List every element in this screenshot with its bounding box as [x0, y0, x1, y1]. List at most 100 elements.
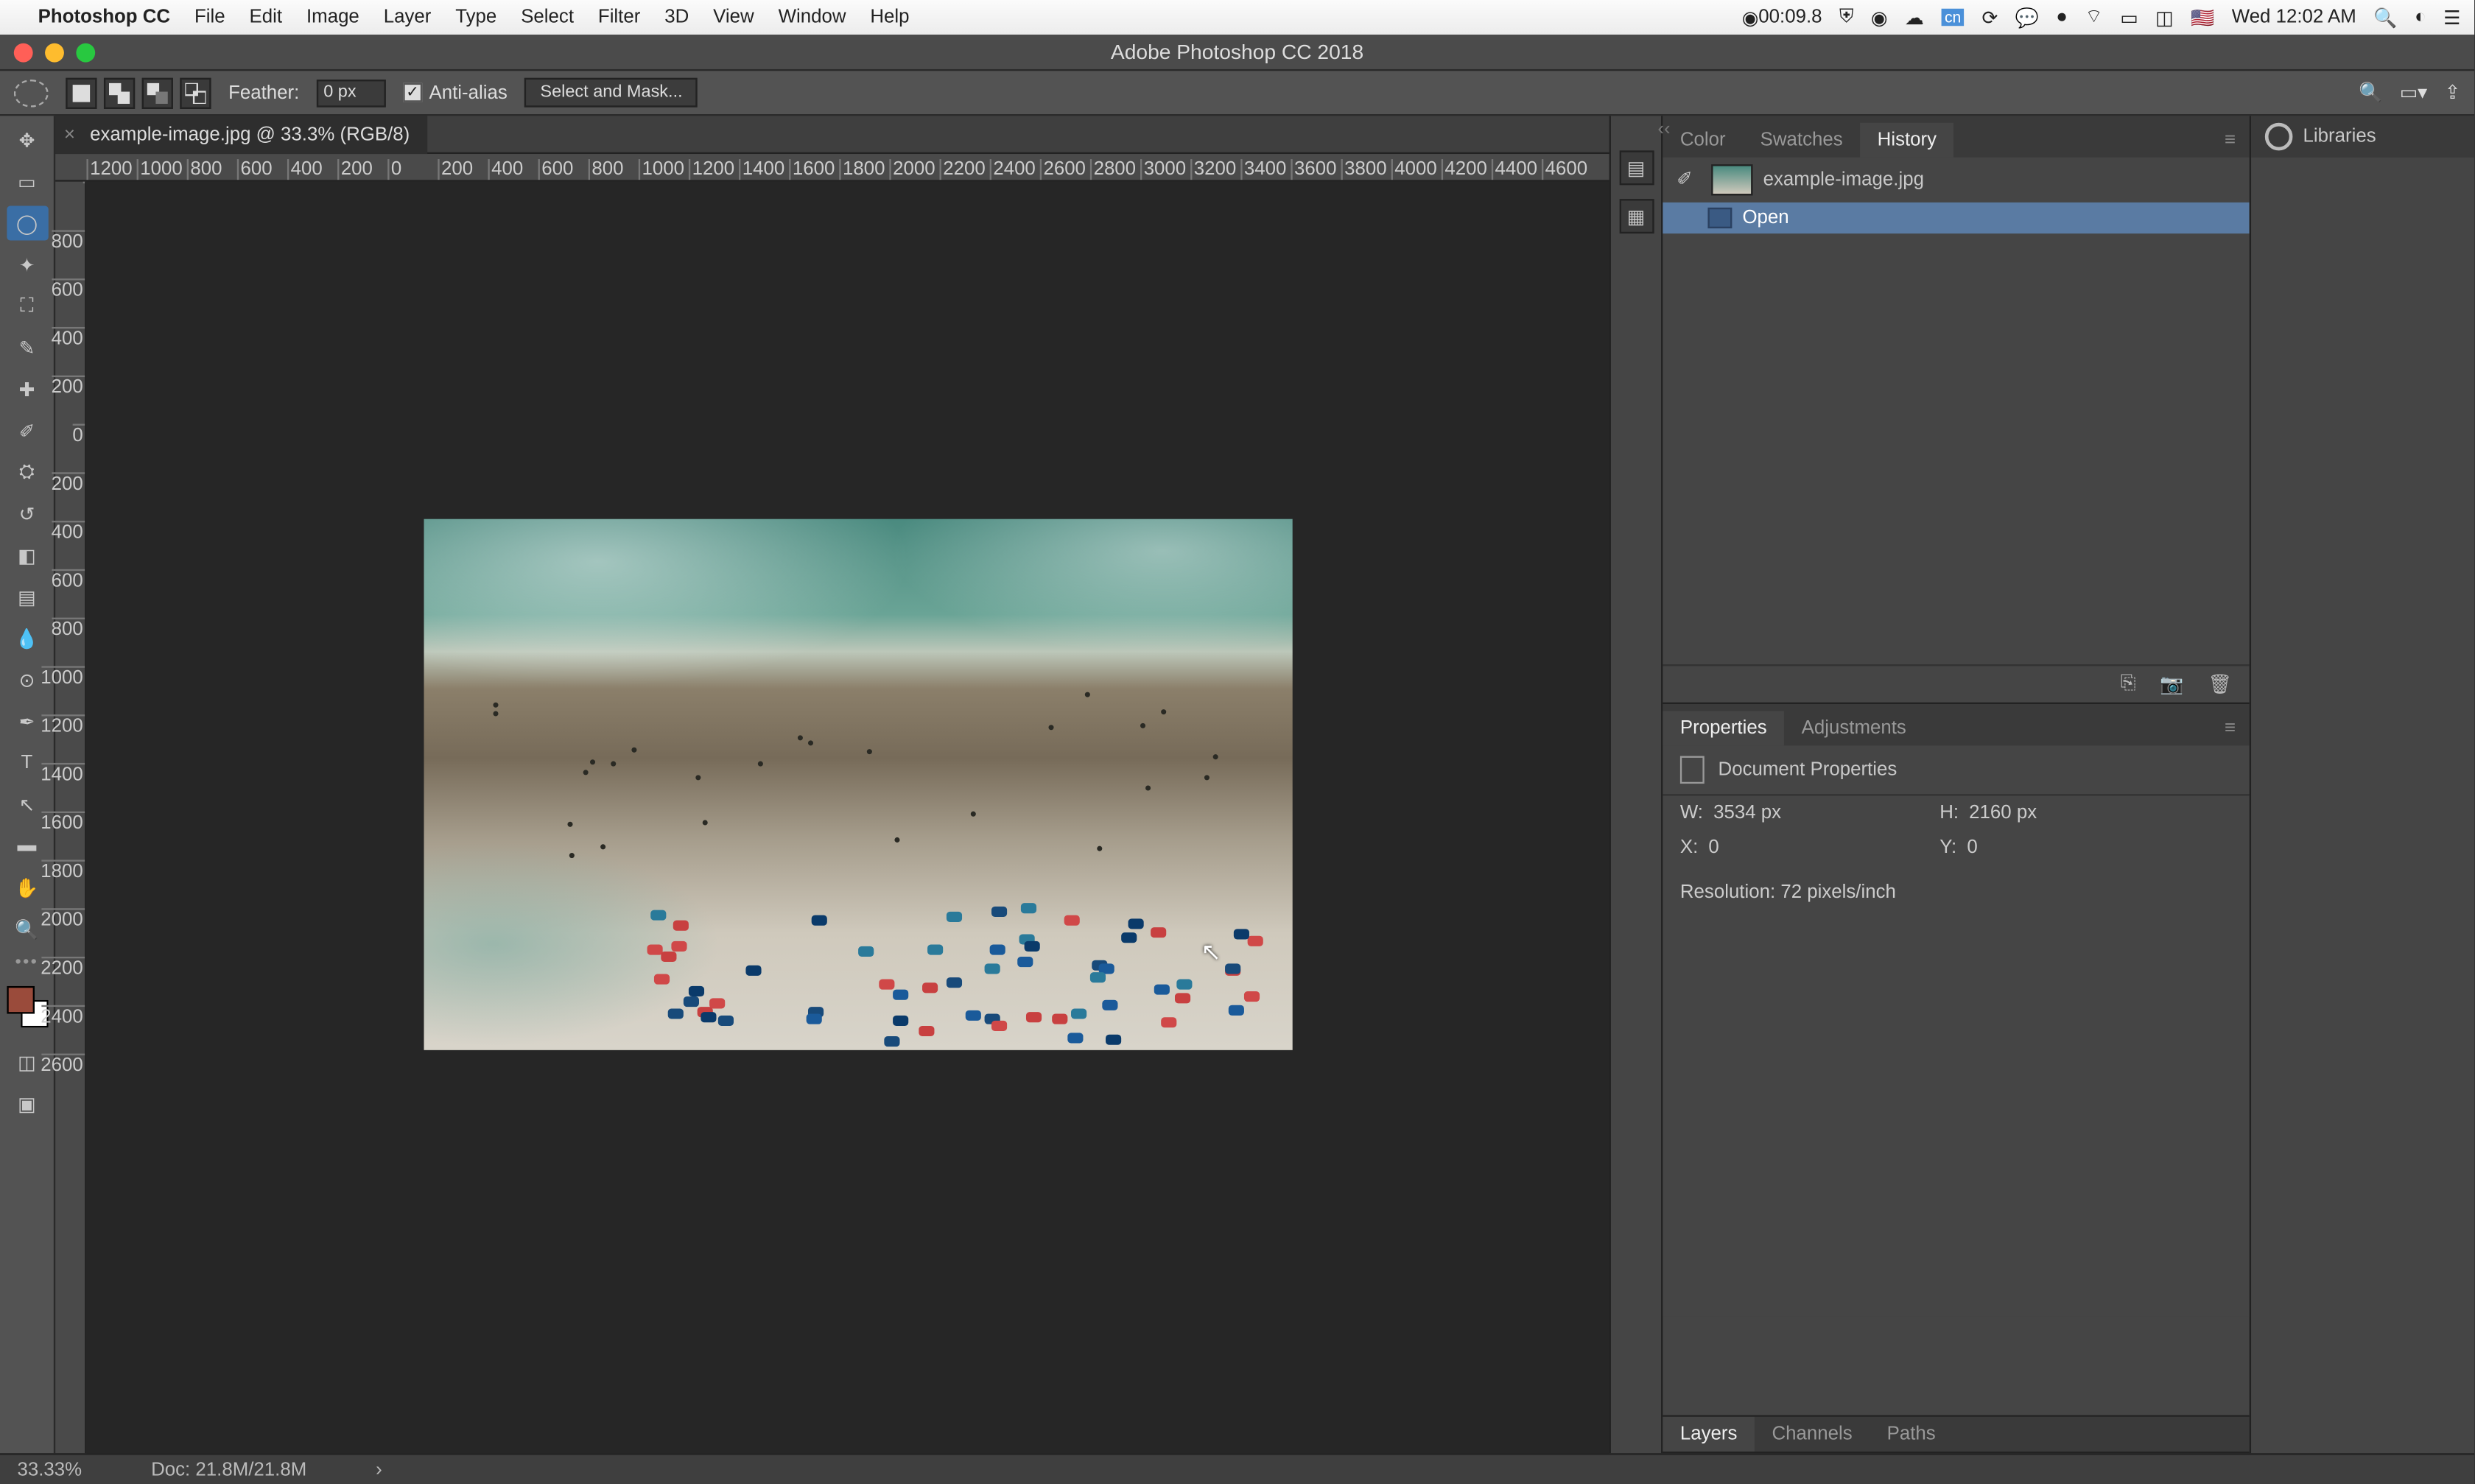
panel-menu-icon[interactable]: ≡	[2211, 711, 2250, 745]
menu-edit[interactable]: Edit	[250, 7, 283, 27]
vertical-ruler[interactable]: 8006004002000200400600800100012001400160…	[55, 182, 86, 1454]
eyedropper-tool-icon[interactable]: ✎	[6, 331, 47, 365]
menu-image[interactable]: Image	[306, 7, 359, 27]
tab-adjustments[interactable]: Adjustments	[1784, 711, 1923, 745]
move-tool-icon[interactable]: ✥	[6, 123, 47, 158]
sync-icon[interactable]: ⟳	[1981, 6, 1998, 29]
app-menu[interactable]: Photoshop CC	[38, 7, 170, 27]
selection-new-icon[interactable]	[66, 77, 96, 108]
battery-icon[interactable]: ◫	[2155, 6, 2173, 29]
collapse-left-icon[interactable]: ‹‹	[1657, 119, 1670, 140]
menu-filter[interactable]: Filter	[598, 7, 640, 27]
history-actions: ⎘ 📷 🗑	[1663, 664, 2249, 703]
siri-icon[interactable]: ◐	[2415, 7, 2426, 27]
chat-icon[interactable]: 💬	[2015, 6, 2039, 29]
current-tool-lasso-icon[interactable]	[14, 79, 49, 107]
selection-subtract-icon[interactable]	[142, 77, 173, 108]
resolution-value: Resolution: 72 pixels/inch	[1663, 865, 2249, 921]
doc-size[interactable]: Doc: 21.8M/21.8M	[151, 1459, 306, 1480]
width-value: 3534 px	[1713, 803, 1781, 823]
snapshot-icon[interactable]: 📷	[2160, 673, 2183, 696]
flag-icon[interactable]: 🇺🇸	[2191, 6, 2214, 29]
tab-properties[interactable]: Properties	[1663, 711, 1784, 745]
options-bar: Feather: ✓Anti-alias Select and Mask... …	[0, 69, 2474, 116]
collapsed-panel-dock: ▤ ▦	[1609, 116, 1661, 1453]
blur-tool-icon[interactable]: 💧	[6, 621, 47, 655]
libraries-label[interactable]: Libraries	[2303, 126, 2376, 147]
eraser-tool-icon[interactable]: ◧	[6, 538, 47, 573]
menu-help[interactable]: Help	[870, 7, 909, 27]
menu-view[interactable]: View	[713, 7, 754, 27]
tab-color[interactable]: Color	[1663, 123, 1743, 158]
share-icon[interactable]: ⇪	[2445, 81, 2461, 104]
delete-state-icon[interactable]: 🗑	[2208, 673, 2232, 696]
spotlight-icon[interactable]: 🔍	[2373, 6, 2397, 29]
gradient-tool-icon[interactable]: ▤	[6, 580, 47, 614]
msg-icon[interactable]: ●	[2056, 7, 2068, 27]
menu-type[interactable]: Type	[455, 7, 496, 27]
history-state-open[interactable]: Open	[1663, 203, 2249, 233]
history-brush-icon[interactable]: ✐	[1677, 168, 1701, 192]
menu-window[interactable]: Window	[779, 7, 846, 27]
tab-layers[interactable]: Layers	[1663, 1417, 1755, 1452]
document-image[interactable]	[424, 519, 1293, 1050]
dock-icon-2[interactable]: ▦	[1618, 199, 1653, 233]
history-thumbnail[interactable]	[1711, 164, 1752, 195]
notification-icon[interactable]: ☰	[2443, 6, 2460, 29]
shield-icon[interactable]: ⛨	[1839, 6, 1853, 29]
tab-paths[interactable]: Paths	[1870, 1417, 1953, 1452]
select-and-mask-button[interactable]: Select and Mask...	[524, 78, 698, 108]
healing-tool-icon[interactable]: ✚	[6, 372, 47, 407]
cc-libraries-icon[interactable]	[2265, 123, 2293, 151]
anti-alias-checkbox[interactable]: ✓Anti-alias	[403, 82, 508, 103]
magic-wand-tool-icon[interactable]: ✦	[6, 247, 47, 282]
search-icon[interactable]: 🔍	[2359, 81, 2382, 104]
cloud-icon[interactable]: ☁	[1905, 6, 1924, 29]
status-arrow-icon[interactable]: ›	[376, 1459, 382, 1480]
document-area: × example-image.jpg @ 33.3% (RGB/8) 1200…	[55, 116, 1609, 1453]
timer-icon[interactable]: ◉ 00:09.8	[1742, 6, 1822, 29]
tab-channels[interactable]: Channels	[1755, 1417, 1870, 1452]
horizontal-ruler[interactable]: 1200100080060040020002004006008001000120…	[55, 154, 1609, 182]
dock-icon-1[interactable]: ▤	[1618, 150, 1653, 185]
zoom-level[interactable]: 33.33%	[17, 1459, 82, 1480]
height-label: H:	[1939, 803, 1959, 823]
close-tab-icon[interactable]: ×	[64, 124, 75, 144]
feather-input[interactable]	[317, 79, 386, 107]
crop-tool-icon[interactable]: ⛶	[6, 289, 47, 323]
menu-select[interactable]: Select	[521, 7, 574, 27]
selection-intersect-icon[interactable]	[180, 77, 211, 108]
marquee-tool-icon[interactable]: ▭	[6, 164, 47, 199]
history-doc-name: example-image.jpg	[1763, 169, 1924, 190]
stamp-tool-icon[interactable]: ⛭	[6, 455, 47, 490]
wifi-icon[interactable]: ⌔	[2085, 5, 2102, 29]
window-titlebar: Adobe Photoshop CC 2018	[0, 35, 2474, 69]
canvas[interactable]: ↖	[86, 182, 1609, 1454]
brush-tool-icon[interactable]: ✐	[6, 413, 47, 448]
foreground-color-swatch[interactable]	[6, 986, 34, 1014]
document-tabs: × example-image.jpg @ 33.3% (RGB/8)	[55, 116, 1609, 154]
panels-area: Color Swatches History ≡ ✐ example-image…	[1661, 116, 2250, 1453]
menu-3d[interactable]: 3D	[664, 7, 689, 27]
lasso-tool-icon[interactable]: ◯	[6, 206, 47, 241]
menu-file[interactable]: File	[194, 7, 225, 27]
menu-layer[interactable]: Layer	[384, 7, 432, 27]
selection-add-icon[interactable]	[104, 77, 135, 108]
record-icon[interactable]: ◉	[1871, 6, 1888, 29]
display-icon[interactable]: ▭	[2120, 6, 2138, 29]
document-tab[interactable]: × example-image.jpg @ 33.3% (RGB/8)	[55, 115, 427, 153]
properties-panel: Document Properties W:3534 px H:2160 px …	[1663, 745, 2249, 1316]
new-doc-from-state-icon[interactable]: ⎘	[2121, 673, 2136, 696]
clock[interactable]: Wed 12:02 AM	[2232, 7, 2356, 27]
layers-tabs: Layers Channels Paths	[1663, 1417, 2249, 1452]
workspace-switcher-icon[interactable]: ▭▾	[2400, 81, 2427, 104]
history-brush-tool-icon[interactable]: ↺	[6, 496, 47, 531]
libraries-dock: Libraries	[2250, 116, 2474, 1453]
panel-menu-icon[interactable]: ≡	[2211, 123, 2250, 158]
document-icon	[1680, 756, 1705, 784]
cn-icon[interactable]: cn	[1941, 9, 1965, 26]
edit-toolbar-icon[interactable]: •••	[15, 953, 39, 972]
tab-swatches[interactable]: Swatches	[1743, 123, 1860, 158]
selection-mode-group	[66, 77, 211, 108]
tab-history[interactable]: History	[1860, 123, 1953, 158]
